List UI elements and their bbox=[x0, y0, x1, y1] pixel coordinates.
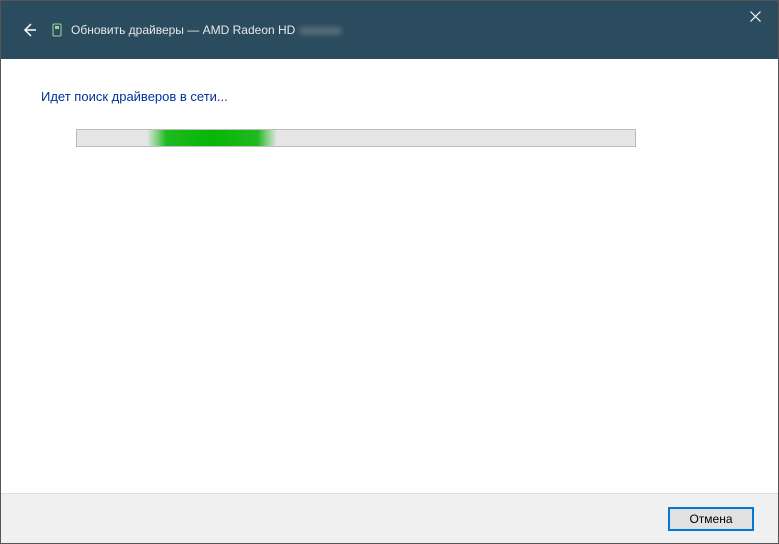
status-text: Идет поиск драйверов в сети... bbox=[41, 89, 738, 104]
progress-bar bbox=[76, 129, 636, 147]
device-icon bbox=[49, 22, 65, 38]
titlebar: Обновить драйверы — AMD Radeon HD xxxxxx… bbox=[1, 1, 778, 59]
window-title: Обновить драйверы — AMD Radeon HD xxxxxx… bbox=[71, 23, 341, 37]
arrow-left-icon bbox=[21, 22, 37, 38]
content-area: Идет поиск драйверов в сети... bbox=[1, 59, 778, 493]
footer: Отмена bbox=[1, 493, 778, 543]
progress-fill bbox=[147, 130, 277, 146]
driver-update-dialog: Обновить драйверы — AMD Radeon HD xxxxxx… bbox=[0, 0, 779, 544]
close-icon bbox=[750, 11, 761, 22]
close-button[interactable] bbox=[732, 1, 778, 31]
device-suffix: xxxxxxx bbox=[299, 23, 341, 37]
device-name: AMD Radeon HD bbox=[203, 23, 296, 37]
title-prefix: Обновить драйверы — bbox=[71, 23, 199, 37]
back-button[interactable] bbox=[19, 20, 39, 40]
cancel-button[interactable]: Отмена bbox=[668, 507, 754, 531]
